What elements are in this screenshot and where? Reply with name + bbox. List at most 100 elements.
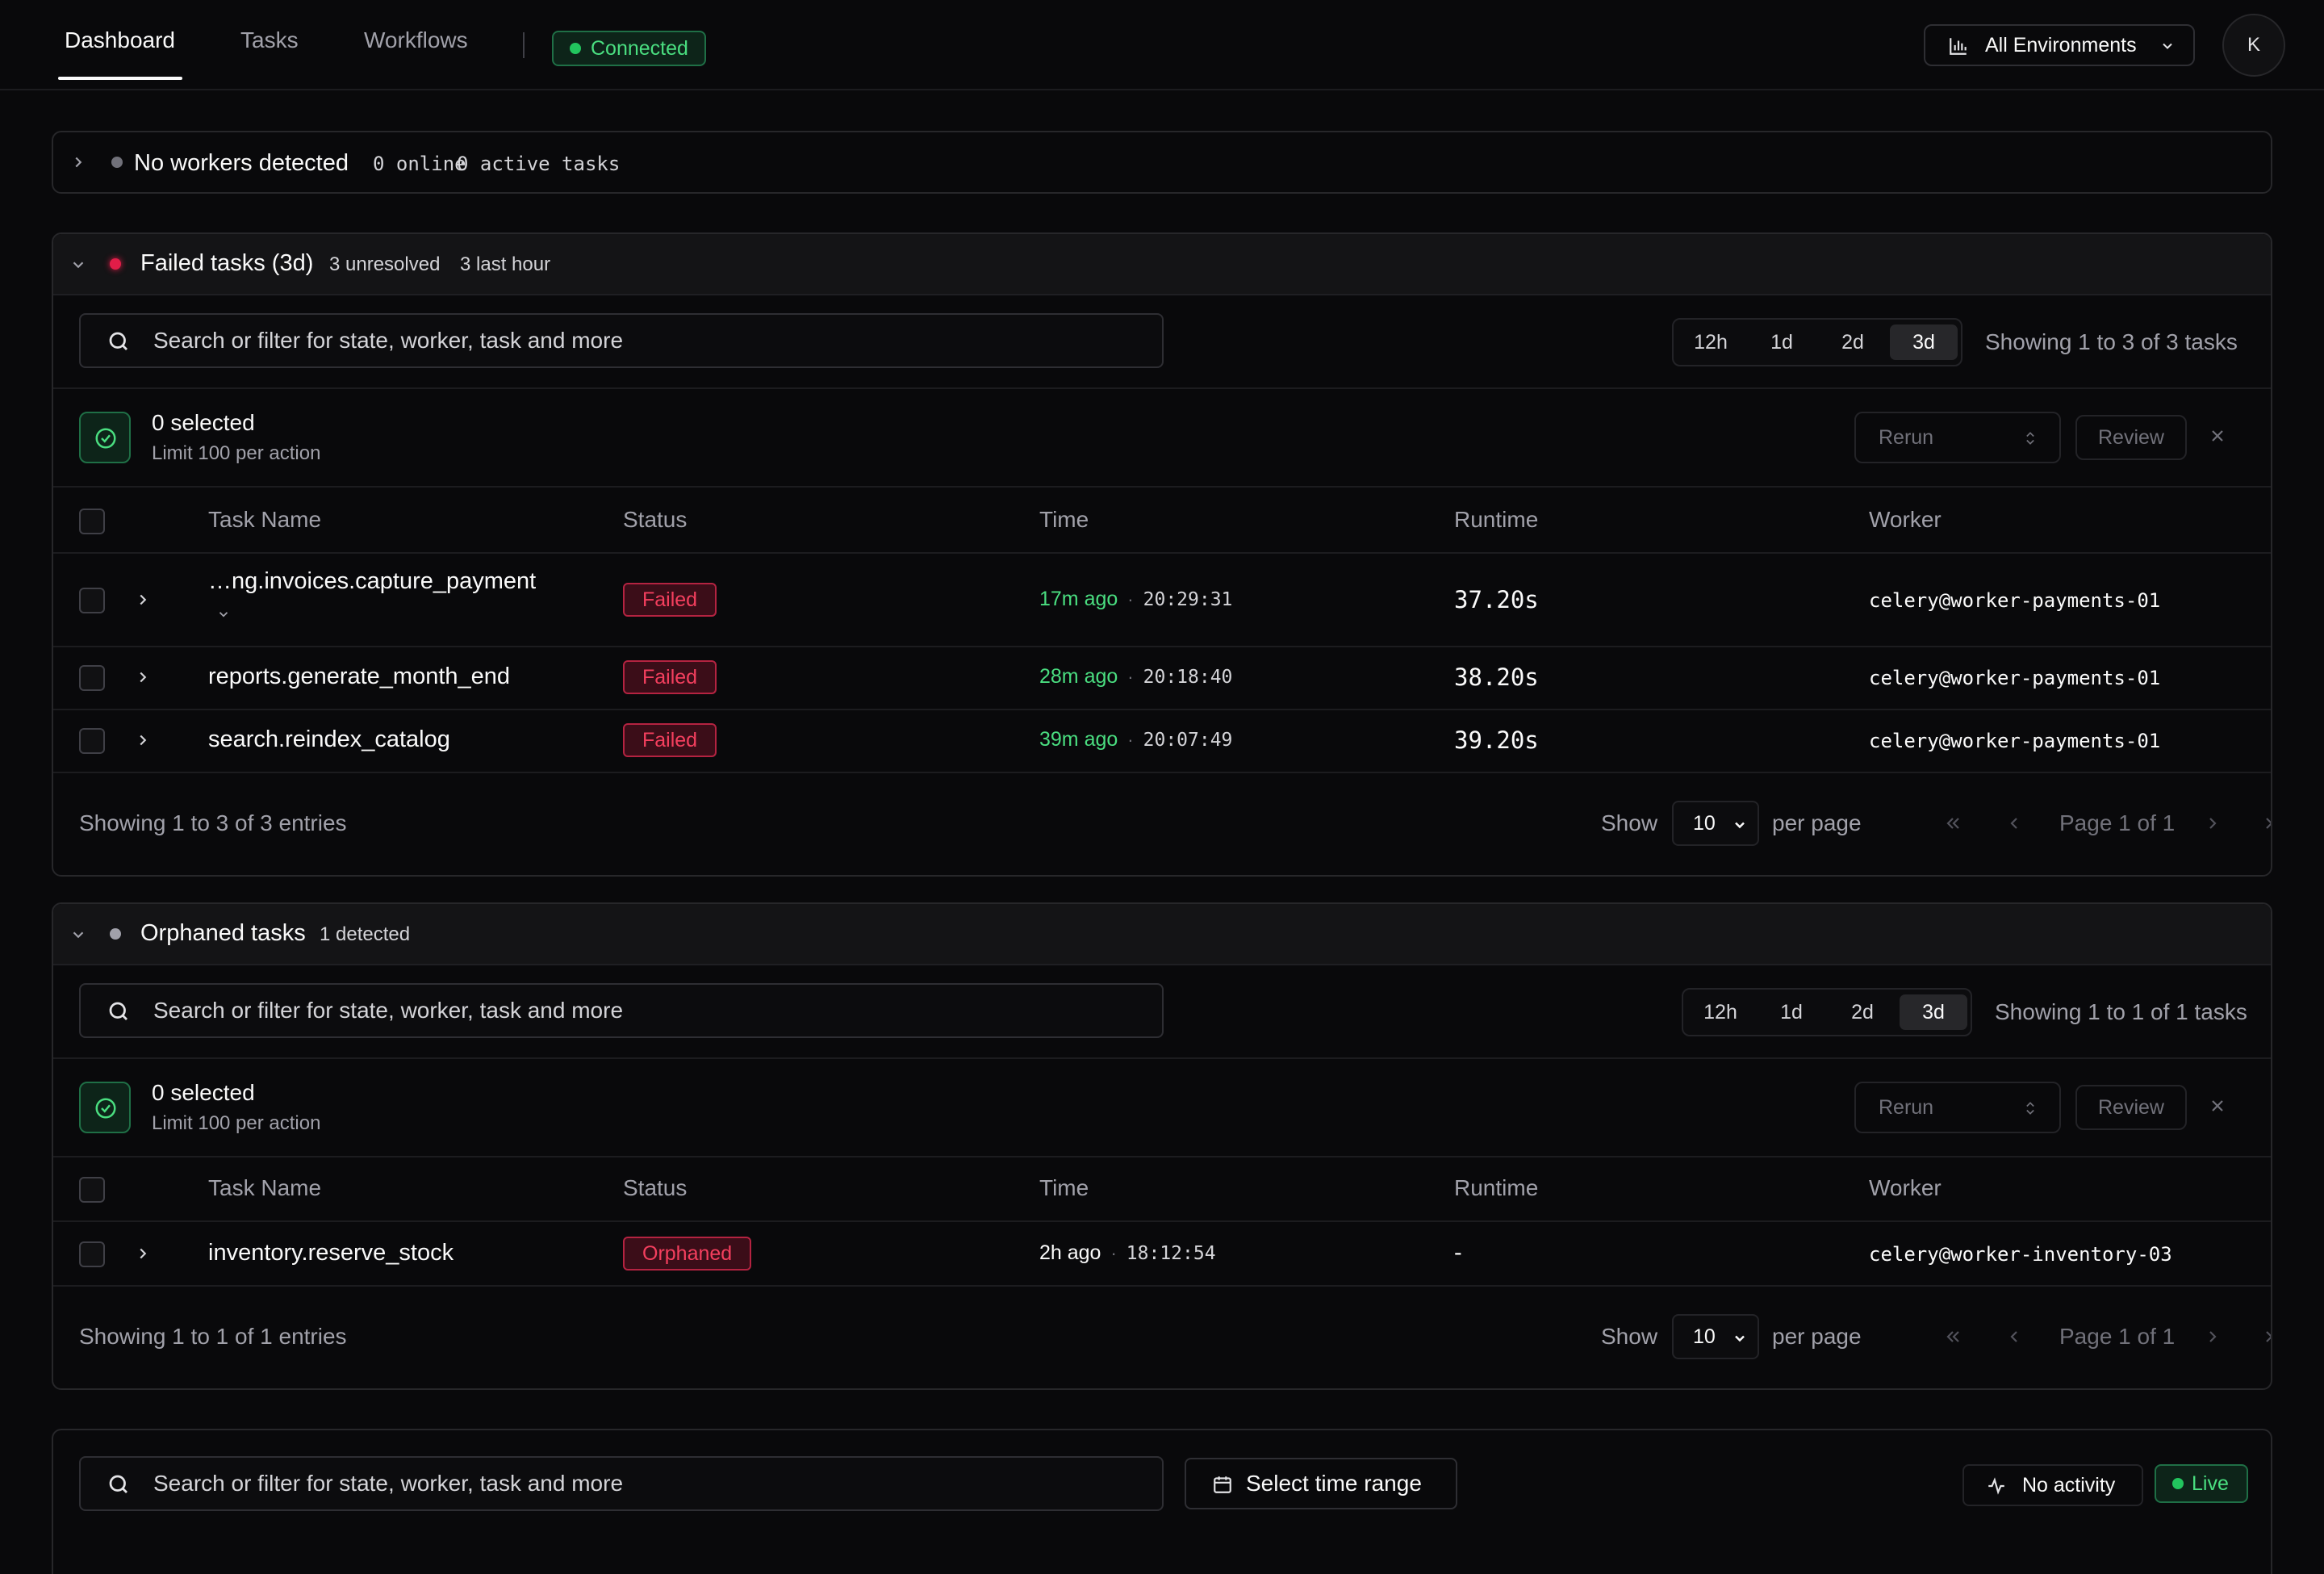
time-absolute: 18:12:54 [1126, 1242, 1216, 1264]
column-header-runtime[interactable]: Runtime [1454, 507, 1538, 533]
chevron-down-icon[interactable] [69, 926, 87, 944]
calendar-icon [1214, 1476, 1231, 1493]
failed-tasks-header[interactable]: Failed tasks (3d) 3 unresolved 3 last ho… [53, 234, 2271, 295]
tab-tasks[interactable]: Tasks [240, 0, 299, 81]
select-time-range-button[interactable]: Select time range [1185, 1458, 1457, 1509]
workers-online-count: 0 online [373, 153, 466, 175]
row-checkbox[interactable] [79, 1241, 105, 1267]
failed-status-dot-icon [110, 258, 121, 270]
page-indicator: Page 1 of 1 [2059, 810, 2176, 835]
time-separator: · [1110, 1242, 1117, 1263]
tab-workflows[interactable]: Workflows [364, 0, 468, 81]
divider [53, 772, 2271, 773]
pager-next-icon[interactable] [2203, 814, 2222, 833]
chevron-down-icon[interactable] [69, 256, 87, 274]
time-absolute: 20:29:31 [1143, 588, 1233, 610]
column-header-worker[interactable]: Worker [1869, 507, 1942, 533]
pager-prev-icon[interactable] [2004, 1327, 2024, 1346]
row-checkbox[interactable] [79, 665, 105, 691]
review-button[interactable]: Review [2075, 1085, 2187, 1130]
chevron-down-icon [1735, 1335, 1745, 1342]
user-avatar[interactable]: K [2222, 14, 2285, 77]
orphaned-status-dot-icon [110, 928, 121, 940]
chevron-right-icon[interactable] [69, 153, 87, 171]
task-name[interactable]: search.reindex_catalog [208, 726, 450, 753]
environment-selector[interactable]: All Environments [1924, 24, 2195, 66]
pager-first-icon[interactable] [1943, 814, 1962, 833]
chevron-right-icon[interactable] [134, 668, 152, 686]
range-12h[interactable]: 12h [1687, 994, 1754, 1030]
orphaned-tasks-header[interactable]: Orphaned tasks 1 detected [53, 904, 2271, 965]
time-relative: 28m ago [1039, 665, 1118, 688]
column-header-worker[interactable]: Worker [1869, 1175, 1942, 1201]
chevron-right-icon[interactable] [134, 591, 152, 609]
per-page-select[interactable]: 10 [1672, 1314, 1759, 1359]
search-placeholder: Search or filter for state, worker, task… [153, 328, 624, 353]
range-3d[interactable]: 3d [1890, 324, 1958, 360]
search-placeholder: Search or filter for state, worker, task… [153, 1471, 624, 1496]
rerun-label: Rerun [1879, 1095, 1934, 1119]
column-header-time[interactable]: Time [1039, 507, 1089, 533]
failed-time-range-toggle: 12h 1d 2d 3d [1672, 318, 1962, 366]
failed-unresolved-count: 3 unresolved [329, 253, 441, 275]
status-badge: Orphaned [623, 1237, 752, 1271]
column-header-time[interactable]: Time [1039, 1175, 1089, 1201]
divider [53, 486, 2271, 488]
rerun-label: Rerun [1879, 425, 1934, 449]
page-indicator: Page 1 of 1 [2059, 1324, 2176, 1349]
chevron-down-icon [1735, 822, 1745, 829]
row-checkbox[interactable] [79, 588, 105, 613]
close-icon[interactable] [2208, 426, 2227, 446]
pager-first-icon[interactable] [1943, 1327, 1962, 1346]
environment-label: All Environments [1985, 33, 2137, 57]
review-button[interactable]: Review [2075, 415, 2187, 460]
range-2d[interactable]: 2d [1829, 994, 1896, 1030]
selection-indicator [79, 1082, 131, 1133]
chevron-right-icon[interactable] [134, 731, 152, 749]
activity-indicator[interactable]: No activity [1962, 1464, 2143, 1506]
orphaned-range-summary: Showing 1 to 1 of 1 tasks [1995, 999, 2247, 1024]
range-12h[interactable]: 12h [1677, 324, 1745, 360]
pager-next-icon[interactable] [2203, 1327, 2222, 1346]
chevron-down-icon[interactable] [216, 607, 231, 622]
close-icon[interactable] [2208, 1096, 2227, 1116]
column-header-task-name[interactable]: Task Name [208, 507, 321, 533]
live-toggle[interactable]: Live [2155, 1464, 2248, 1503]
pager-last-icon[interactable] [2263, 814, 2272, 833]
selection-limit: Limit 100 per action [152, 1112, 321, 1134]
activity-search-input[interactable]: Search or filter for state, worker, task… [79, 1456, 1164, 1511]
task-name[interactable]: reports.generate_month_end [208, 664, 510, 690]
worker-name: celery@worker-payments-01 [1869, 589, 2161, 612]
sort-icon [2026, 432, 2034, 445]
range-1d[interactable]: 1d [1758, 994, 1825, 1030]
pager-prev-icon[interactable] [2004, 814, 2024, 833]
failed-tasks-title: Failed tasks (3d) [140, 250, 314, 276]
column-header-status[interactable]: Status [623, 507, 687, 533]
chevron-right-icon[interactable] [134, 1245, 152, 1262]
rerun-button[interactable]: Rerun [1854, 1082, 2061, 1133]
select-all-checkbox[interactable] [79, 1177, 105, 1203]
divider [53, 1220, 2271, 1222]
range-2d[interactable]: 2d [1819, 324, 1887, 360]
task-name[interactable]: inventory.reserve_stock [208, 1240, 454, 1266]
column-header-task-name[interactable]: Task Name [208, 1175, 321, 1201]
rerun-button[interactable]: Rerun [1854, 412, 2061, 463]
live-dot-icon [2172, 1478, 2184, 1489]
orphaned-search-input[interactable]: Search or filter for state, worker, task… [79, 983, 1164, 1038]
range-3d[interactable]: 3d [1900, 994, 1967, 1030]
range-1d[interactable]: 1d [1748, 324, 1816, 360]
worker-name: celery@worker-payments-01 [1869, 667, 2161, 689]
column-header-runtime[interactable]: Runtime [1454, 1175, 1538, 1201]
top-nav: Dashboard Tasks Workflows Connected All … [0, 0, 2324, 90]
time-relative: 39m ago [1039, 728, 1118, 751]
select-all-checkbox[interactable] [79, 509, 105, 534]
column-header-status[interactable]: Status [623, 1175, 687, 1201]
row-checkbox[interactable] [79, 728, 105, 754]
task-name[interactable]: …ng.invoices.capture_payment [208, 568, 536, 595]
per-page-select[interactable]: 10 [1672, 801, 1759, 846]
activity-icon [1988, 1477, 2004, 1495]
search-icon [109, 1475, 127, 1493]
pager-last-icon[interactable] [2263, 1327, 2272, 1346]
tab-dashboard[interactable]: Dashboard [65, 0, 175, 81]
failed-search-input[interactable]: Search or filter for state, worker, task… [79, 313, 1164, 368]
